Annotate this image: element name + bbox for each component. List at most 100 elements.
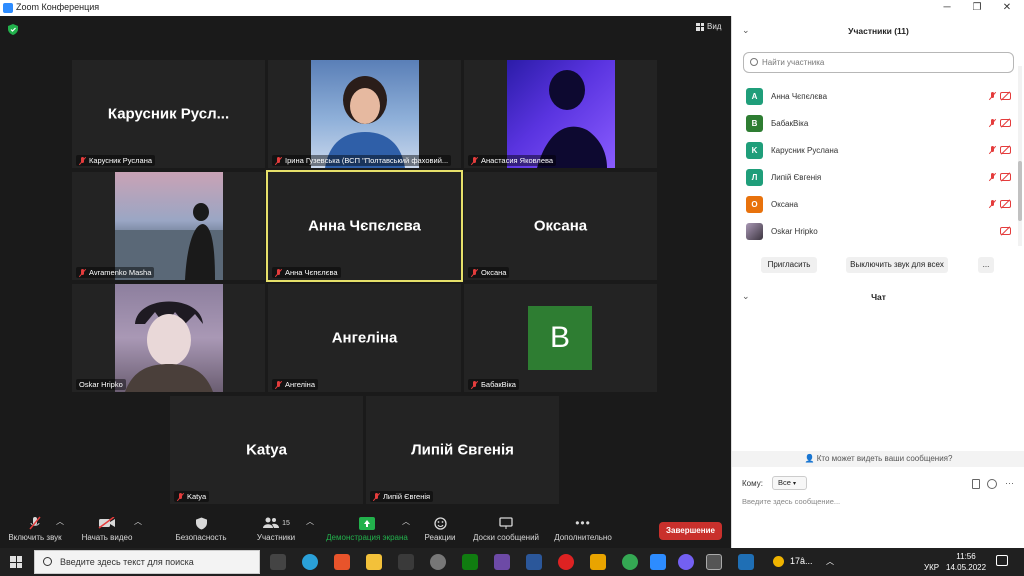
video-tile-anastasia[interactable]: Анастасия Яковлева bbox=[464, 60, 657, 168]
tile-caption: Ангеліна bbox=[272, 379, 318, 390]
participant-video bbox=[114, 172, 223, 280]
app-icon[interactable] bbox=[590, 554, 606, 570]
more-button[interactable]: ••• Дополнительно bbox=[548, 516, 618, 542]
end-meeting-button[interactable]: Завершение bbox=[659, 522, 722, 540]
participants-scrollbar[interactable] bbox=[1018, 66, 1022, 246]
participants-icon bbox=[263, 517, 280, 528]
recipient-select[interactable]: Все ▾ bbox=[772, 476, 807, 490]
edge-icon[interactable] bbox=[302, 554, 318, 570]
who-can-see-link[interactable]: 👤 Кто может видеть ваши сообщения? bbox=[732, 451, 1024, 467]
app-icon[interactable] bbox=[462, 554, 478, 570]
mic-muted-icon bbox=[471, 268, 478, 277]
search-icon bbox=[750, 58, 758, 66]
video-tile-iryna[interactable]: Ірина Гузевська (ВСП "Полтавський фахови… bbox=[268, 60, 461, 168]
tile-caption: Katya bbox=[174, 491, 210, 502]
maximize-button[interactable]: ❐ bbox=[962, 0, 992, 16]
shield-icon bbox=[195, 516, 207, 530]
participant-row[interactable]: K Карусник Руслана bbox=[746, 140, 1011, 160]
grid-icon bbox=[696, 22, 704, 31]
mic-muted-icon bbox=[29, 516, 41, 530]
video-tile-lypiy[interactable]: Липій Євгенія Липій Євгенія bbox=[366, 396, 559, 504]
whiteboard-button[interactable]: Доски сообщений bbox=[470, 516, 542, 542]
taskbar-search-input[interactable]: Введите здесь текст для поиска bbox=[34, 550, 260, 574]
participant-row[interactable]: A Анна Чєпєлєва bbox=[746, 86, 1011, 106]
video-options-chevron-icon[interactable]: ︿ bbox=[134, 516, 142, 527]
share-options-chevron-icon[interactable]: ︿ bbox=[402, 516, 410, 527]
video-tile-oskar[interactable]: Oskar Hripko bbox=[72, 284, 265, 392]
start-video-button[interactable]: Начать видео bbox=[76, 516, 138, 542]
task-view-icon[interactable] bbox=[270, 554, 286, 570]
video-tile-babak[interactable]: B БабакВіка bbox=[464, 284, 657, 392]
security-button[interactable]: Безопасность bbox=[170, 516, 232, 542]
tile-caption: Карусник Руслана bbox=[76, 155, 156, 166]
zoom-taskbar-icon[interactable] bbox=[650, 554, 666, 570]
participant-row[interactable]: Oskar Hripko bbox=[746, 221, 1011, 241]
participants-chevron-icon[interactable]: ︿ bbox=[306, 516, 314, 527]
audio-options-chevron-icon[interactable]: ︿ bbox=[56, 516, 64, 527]
notifications-icon[interactable] bbox=[996, 555, 1008, 566]
app-icon[interactable] bbox=[494, 554, 510, 570]
tile-caption: Липій Євгенія bbox=[370, 491, 434, 502]
opera-icon[interactable] bbox=[558, 554, 574, 570]
mute-all-button[interactable]: Выключить звук для всех bbox=[846, 257, 948, 273]
avatar: Л bbox=[746, 168, 763, 186]
tile-caption: Оксана bbox=[468, 267, 510, 278]
participant-row[interactable]: Л Липій Євгенія bbox=[746, 167, 1011, 187]
video-off-icon bbox=[1000, 92, 1011, 100]
file-explorer-icon[interactable] bbox=[366, 554, 382, 570]
to-label: Кому: bbox=[742, 479, 763, 488]
mic-muted-icon bbox=[177, 492, 184, 501]
video-tile-anna-active-speaker[interactable]: Анна Чєпєлєва Анна Чєпєлєва bbox=[266, 170, 463, 282]
windows-start-icon[interactable] bbox=[10, 556, 22, 568]
app-icon[interactable] bbox=[334, 554, 350, 570]
video-tile-katya[interactable]: Katya Katya bbox=[170, 396, 363, 504]
weather-widget[interactable]: 17â... bbox=[773, 556, 813, 568]
view-button[interactable]: Вид bbox=[696, 22, 721, 31]
participant-search-input[interactable]: Найти участника bbox=[743, 52, 1014, 73]
chat-message-input[interactable]: Введите здесь сообщение... bbox=[742, 497, 840, 506]
sun-icon bbox=[773, 556, 784, 568]
viber-icon[interactable] bbox=[678, 554, 694, 570]
video-tile-oksana[interactable]: Оксана Оксана bbox=[464, 172, 657, 280]
language-indicator[interactable]: УКР bbox=[924, 557, 939, 575]
avatar: A bbox=[746, 87, 763, 105]
video-tile-masha[interactable]: Avramenko Masha bbox=[72, 172, 265, 280]
mic-muted-icon bbox=[79, 268, 86, 277]
taskbar-clock[interactable]: 11:56 14.05.2022 bbox=[946, 551, 986, 573]
emoji-icon[interactable] bbox=[987, 479, 997, 489]
mic-muted-icon bbox=[275, 156, 282, 165]
more-dots-icon[interactable]: ··· bbox=[1005, 478, 1014, 488]
security-app-icon[interactable] bbox=[398, 554, 414, 570]
reactions-button[interactable]: Реакции bbox=[416, 516, 464, 542]
mic-muted-icon bbox=[989, 92, 996, 100]
mic-muted-icon bbox=[373, 492, 380, 501]
invite-button[interactable]: Пригласить bbox=[761, 257, 817, 273]
close-button[interactable]: ✕ bbox=[992, 0, 1022, 16]
mic-muted-icon bbox=[989, 119, 996, 127]
app-icon[interactable] bbox=[706, 554, 722, 570]
mic-muted-icon bbox=[79, 156, 86, 165]
video-tile-ruslana[interactable]: Карусник Русл... Карусник Руслана bbox=[72, 60, 265, 168]
participant-video bbox=[114, 284, 223, 392]
more-options-button[interactable]: ... bbox=[978, 257, 994, 273]
avatar bbox=[746, 222, 763, 240]
tile-caption: БабакВіка bbox=[468, 379, 519, 390]
app-icon[interactable] bbox=[738, 554, 754, 570]
minimize-button[interactable]: ─ bbox=[932, 0, 962, 16]
participant-row[interactable]: B БабакВіка bbox=[746, 113, 1011, 133]
video-tile-angelina[interactable]: Ангеліна Ангеліна bbox=[268, 284, 461, 392]
share-screen-button[interactable]: Демонстрация экрана bbox=[322, 516, 412, 542]
tile-name: Анна Чєпєлєва bbox=[308, 217, 421, 235]
participant-row[interactable]: O Оксана bbox=[746, 194, 1011, 214]
window-title: Zoom Конференция bbox=[16, 2, 100, 12]
shield-icon[interactable] bbox=[8, 24, 18, 35]
tile-name: Оксана bbox=[533, 217, 588, 235]
word-icon[interactable] bbox=[526, 554, 542, 570]
tray-chevron-icon[interactable]: ︿ bbox=[826, 556, 834, 567]
settings-gear-icon[interactable] bbox=[430, 554, 446, 570]
file-icon[interactable] bbox=[972, 479, 980, 489]
mic-muted-icon bbox=[471, 380, 478, 389]
chrome-icon[interactable] bbox=[622, 554, 638, 570]
participants-button[interactable]: 15 Участники bbox=[245, 516, 307, 542]
mic-muted-icon bbox=[471, 156, 478, 165]
